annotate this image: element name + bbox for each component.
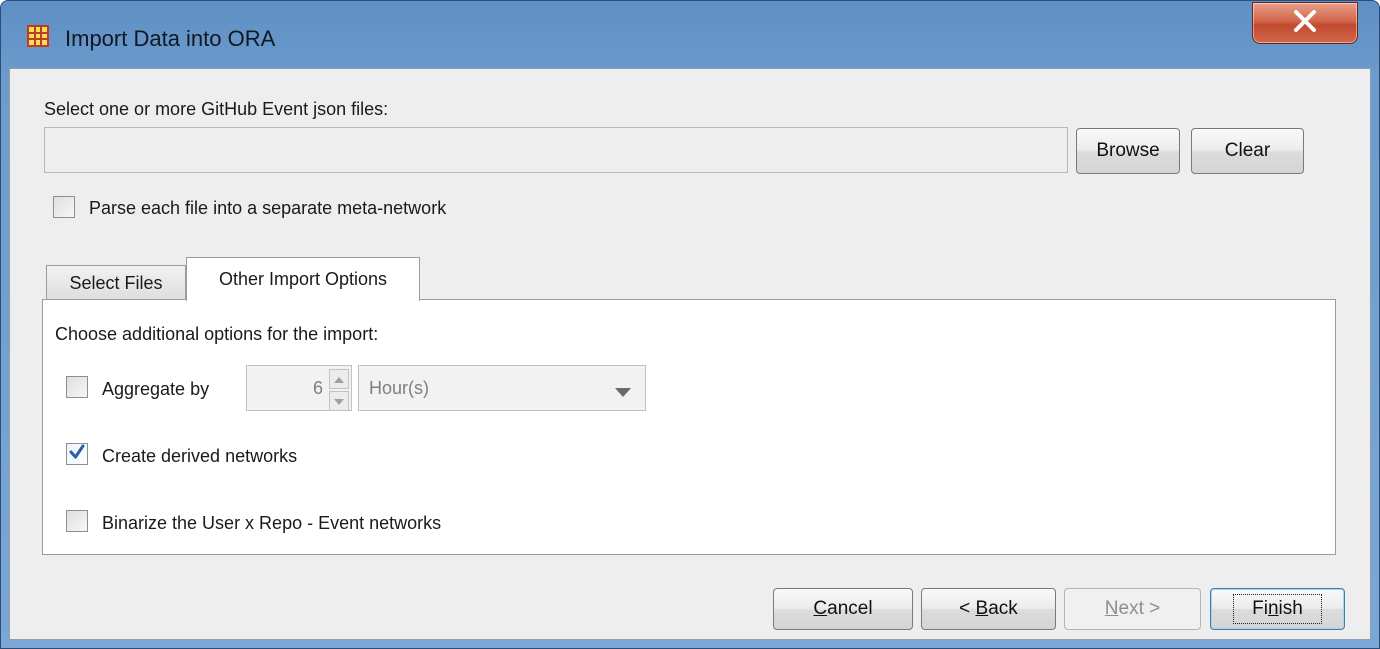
finish-button[interactable]: Finish xyxy=(1210,588,1345,630)
dropdown-arrow-icon xyxy=(615,384,631,402)
aggregate-checkbox[interactable] xyxy=(66,376,88,398)
derived-networks-label: Create derived networks xyxy=(102,446,298,466)
title-bar[interactable]: Import Data into ORA xyxy=(1,1,1379,69)
parse-separate-checkbox[interactable] xyxy=(53,196,75,218)
close-x-icon xyxy=(1292,9,1318,37)
derived-networks-checkbox[interactable] xyxy=(66,443,88,465)
chevron-up-icon xyxy=(334,370,344,388)
file-select-label: Select one or more GitHub Event json fil… xyxy=(44,99,389,119)
aggregate-value-spinner[interactable]: 6 xyxy=(246,365,352,411)
file-path-input[interactable] xyxy=(44,127,1068,173)
tab-select-files[interactable]: Select Files xyxy=(46,265,186,301)
browse-button[interactable]: Browse xyxy=(1076,128,1180,174)
options-heading: Choose additional options for the import… xyxy=(55,324,379,344)
back-label: < Back xyxy=(959,598,1018,619)
clear-button[interactable]: Clear xyxy=(1191,128,1304,174)
import-dialog-window: Import Data into ORA Select one or more … xyxy=(0,0,1380,649)
tab-other-import-options[interactable]: Other Import Options xyxy=(186,257,420,301)
cancel-button[interactable]: Cancel xyxy=(773,588,913,630)
next-label: Next > xyxy=(1104,598,1161,619)
binarize-label: Binarize the User x Repo - Event network… xyxy=(102,513,442,533)
dialog-client-area: Select one or more GitHub Event json fil… xyxy=(9,68,1371,640)
back-button[interactable]: < Back xyxy=(921,588,1056,630)
ora-grid-icon xyxy=(27,25,49,47)
aggregate-label: Aggregate by xyxy=(102,379,210,399)
aggregate-unit-dropdown[interactable]: Hour(s) xyxy=(358,365,646,411)
chevron-down-icon xyxy=(334,392,344,410)
aggregate-value: 6 xyxy=(312,378,323,398)
finish-label: Finish xyxy=(1233,594,1322,624)
window-title: Import Data into ORA xyxy=(65,26,276,51)
close-button[interactable] xyxy=(1252,2,1358,44)
cancel-label: Cancel xyxy=(813,598,873,619)
checkmark-icon xyxy=(69,444,85,465)
aggregate-unit-value: Hour(s) xyxy=(369,378,430,398)
next-button[interactable]: Next > xyxy=(1064,588,1201,630)
binarize-checkbox[interactable] xyxy=(66,510,88,532)
parse-separate-label: Parse each file into a separate meta-net… xyxy=(89,198,447,218)
spinner-up-button[interactable] xyxy=(329,369,349,389)
spinner-down-button[interactable] xyxy=(329,391,349,411)
